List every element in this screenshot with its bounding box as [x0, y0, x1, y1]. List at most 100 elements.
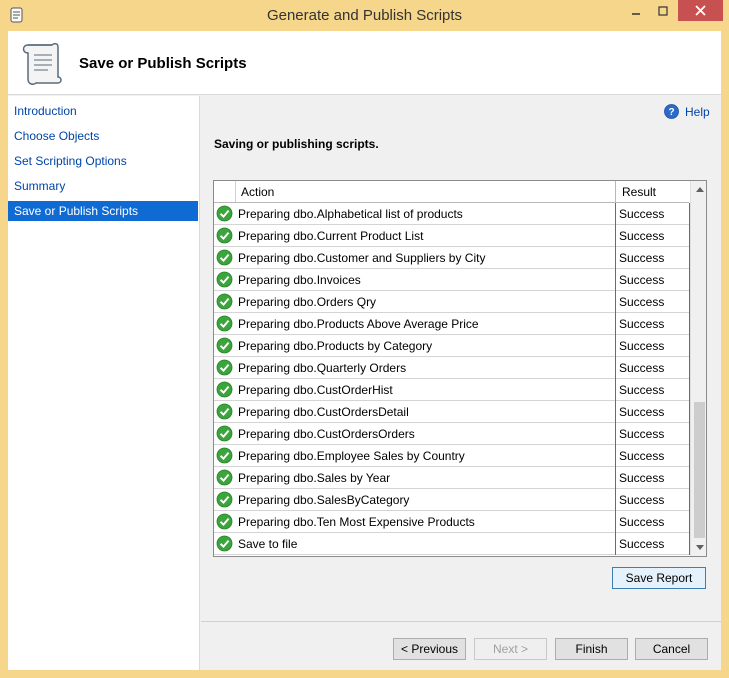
results-grid[interactable]: Action Result Preparing dbo.Alphabetical…: [213, 180, 707, 557]
column-separator: [615, 335, 616, 357]
row-result: Success: [619, 317, 665, 331]
nav-item-set-scripting-options[interactable]: Set Scripting Options: [8, 151, 198, 171]
row-result: Success: [619, 537, 665, 551]
table-row[interactable]: Preparing dbo.Sales by Year Success: [214, 467, 690, 489]
success-check-icon: [216, 293, 233, 310]
row-action: Preparing dbo.CustOrderHist: [238, 383, 393, 397]
section-title: Saving or publishing scripts.: [214, 137, 379, 151]
minimize-button[interactable]: [623, 0, 649, 21]
table-row[interactable]: Save to file Success: [214, 533, 690, 555]
column-separator: [615, 203, 616, 225]
scroll-icon: [22, 42, 62, 85]
row-result: Success: [619, 229, 665, 243]
help-link[interactable]: ? Help: [664, 104, 710, 119]
column-separator: [615, 247, 616, 269]
row-action: Preparing dbo.Sales by Year: [238, 471, 391, 485]
previous-button[interactable]: < Previous: [393, 638, 466, 660]
row-result: Success: [619, 361, 665, 375]
table-row[interactable]: Preparing dbo.Alphabetical list of produ…: [214, 203, 690, 225]
row-result: Success: [619, 295, 665, 309]
row-result: Success: [619, 383, 665, 397]
nav-item-introduction[interactable]: Introduction: [8, 101, 198, 121]
column-separator: [615, 401, 616, 423]
grid-rows: Preparing dbo.Alphabetical list of produ…: [214, 203, 690, 555]
close-icon: [695, 5, 706, 16]
column-separator: [615, 489, 616, 511]
table-row[interactable]: Preparing dbo.Employee Sales by Country S…: [214, 445, 690, 467]
row-action: Preparing dbo.SalesByCategory: [238, 493, 410, 507]
success-check-icon: [216, 447, 233, 464]
table-row[interactable]: Preparing dbo.Customer and Suppliers by …: [214, 247, 690, 269]
row-action: Preparing dbo.Orders Qry: [238, 295, 377, 309]
table-row[interactable]: Preparing dbo.Ten Most Expensive Product…: [214, 511, 690, 533]
wizard-nav: Introduction Choose Objects Set Scriptin…: [8, 96, 200, 670]
chevron-down-icon: [695, 545, 704, 550]
scroll-up-button[interactable]: [691, 181, 706, 198]
column-separator: [615, 357, 616, 379]
row-result: Success: [619, 207, 665, 221]
table-row[interactable]: Preparing dbo.SalesByCategory Success: [214, 489, 690, 511]
nav-item-summary[interactable]: Summary: [8, 176, 198, 196]
close-button[interactable]: [678, 0, 723, 21]
scroll-down-button[interactable]: [691, 539, 706, 556]
success-check-icon: [216, 315, 233, 332]
table-row[interactable]: Preparing dbo.CustOrderHist Success: [214, 379, 690, 401]
row-action: Preparing dbo.Quarterly Orders: [238, 361, 407, 375]
table-row[interactable]: Preparing dbo.Products by Category Succes…: [214, 335, 690, 357]
chevron-up-icon: [695, 187, 704, 192]
row-result: Success: [619, 493, 665, 507]
table-row[interactable]: Preparing dbo.Orders Qry Success: [214, 291, 690, 313]
column-separator: [615, 379, 616, 401]
minimize-icon: [632, 12, 640, 15]
column-separator: [615, 423, 616, 445]
row-result: Success: [619, 449, 665, 463]
column-separator: [615, 313, 616, 335]
row-result: Success: [619, 471, 665, 485]
column-separator: [615, 533, 616, 555]
footer-divider: [201, 621, 721, 622]
row-action: Save to file: [238, 537, 298, 551]
vertical-scrollbar[interactable]: [690, 181, 706, 556]
finish-button[interactable]: Finish: [555, 638, 628, 660]
title-bar[interactable]: Generate and Publish Scripts: [0, 0, 729, 31]
row-action: Preparing dbo.CustOrdersOrders: [238, 427, 415, 441]
row-action: Preparing dbo.Employee Sales by Country: [238, 449, 465, 463]
row-action: Preparing dbo.Invoices: [238, 273, 361, 287]
success-check-icon: [216, 271, 233, 288]
table-row[interactable]: Preparing dbo.Quarterly Orders Success: [214, 357, 690, 379]
wizard-window: Generate and Publish Scripts Save or Pub…: [0, 0, 729, 678]
success-check-icon: [216, 469, 233, 486]
row-result: Success: [619, 251, 665, 265]
nav-item-choose-objects[interactable]: Choose Objects: [8, 126, 198, 146]
help-label: Help: [685, 104, 710, 119]
success-check-icon: [216, 403, 233, 420]
maximize-button[interactable]: [650, 0, 676, 21]
table-row[interactable]: Preparing dbo.CustOrdersDetail Success: [214, 401, 690, 423]
column-separator: [615, 225, 616, 247]
success-check-icon: [216, 381, 233, 398]
column-divider[interactable]: [615, 181, 616, 202]
table-row[interactable]: Preparing dbo.Products Above Average Pri…: [214, 313, 690, 335]
success-check-icon: [216, 513, 233, 530]
row-result: Success: [619, 515, 665, 529]
save-report-button[interactable]: Save Report: [612, 567, 706, 589]
column-separator: [615, 511, 616, 533]
column-header-action[interactable]: Action: [241, 185, 274, 199]
row-result: Success: [619, 339, 665, 353]
scroll-thumb[interactable]: [694, 402, 705, 538]
next-button[interactable]: Next >: [474, 638, 547, 660]
success-check-icon: [216, 227, 233, 244]
row-action: Preparing dbo.Customer and Suppliers by …: [238, 251, 486, 265]
table-row[interactable]: Preparing dbo.Current Product List Succes…: [214, 225, 690, 247]
table-row[interactable]: Preparing dbo.CustOrdersOrders Success: [214, 423, 690, 445]
row-result: Success: [619, 405, 665, 419]
nav-item-save-or-publish-scripts[interactable]: Save or Publish Scripts: [8, 201, 198, 221]
page-title: Save or Publish Scripts: [79, 55, 247, 72]
column-header-result[interactable]: Result: [622, 185, 656, 199]
wizard-header: Save or Publish Scripts: [8, 31, 721, 95]
cancel-button[interactable]: Cancel: [635, 638, 708, 660]
success-check-icon: [216, 491, 233, 508]
success-check-icon: [216, 337, 233, 354]
row-action: Preparing dbo.Products Above Average Pri…: [238, 317, 479, 331]
table-row[interactable]: Preparing dbo.Invoices Success: [214, 269, 690, 291]
